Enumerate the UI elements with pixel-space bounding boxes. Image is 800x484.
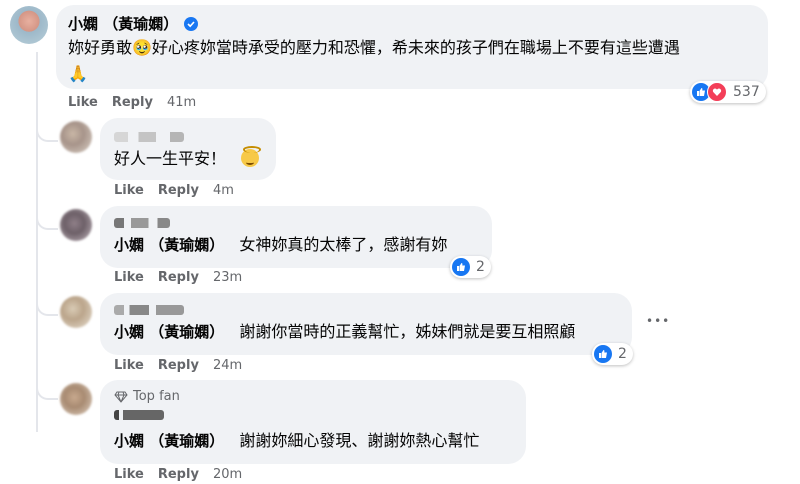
- reply-button[interactable]: Reply: [158, 270, 199, 285]
- comment-bubble: 好人一生平安！: [100, 118, 276, 180]
- reply-button[interactable]: Reply: [112, 95, 153, 110]
- reply-button[interactable]: Reply: [158, 183, 199, 198]
- timestamp[interactable]: 4m: [213, 183, 234, 198]
- comment-text: 謝謝妳細心發現、謝謝妳熱心幫忙: [239, 431, 480, 450]
- reply-button[interactable]: Reply: [158, 467, 199, 482]
- comment-bubble: 小嫻 （黃瑜嫻） 謝謝你當時的正義幫忙，姊妹們就是要互相照顧: [100, 293, 632, 355]
- thread-branch: [36, 206, 58, 230]
- avatar[interactable]: [60, 296, 92, 328]
- like-button[interactable]: Like: [114, 358, 144, 373]
- avatar[interactable]: [60, 121, 92, 153]
- more-options-button[interactable]: •••: [646, 314, 670, 328]
- comment-author[interactable]: 小嫻 （黃瑜嫻）: [68, 13, 178, 34]
- like-button[interactable]: Like: [114, 270, 144, 285]
- thread-line: [36, 52, 38, 432]
- thread-branch: [36, 376, 58, 400]
- avatar[interactable]: [10, 6, 48, 44]
- diamond-icon: [114, 391, 128, 403]
- like-button[interactable]: Like: [114, 467, 144, 482]
- timestamp[interactable]: 41m: [167, 95, 196, 110]
- comment-bubble: Top fan 小嫻 （黃瑜嫻） 謝謝妳細心發現、謝謝妳熱心幫忙: [100, 380, 526, 464]
- blurred-author-name: [114, 132, 184, 142]
- comment-text: 妳好勇敢🥹好心疼妳當時承受的壓力和恐懼，希未來的孩子們在職場上不要有這些遭遇: [68, 38, 680, 57]
- verified-icon: [184, 16, 199, 31]
- timestamp[interactable]: 20m: [213, 467, 242, 482]
- blurred-author-name: [114, 305, 184, 315]
- comment-actions: Like Reply 41m: [68, 95, 210, 110]
- comment-text: 女神妳真的太棒了，感謝有妳: [239, 235, 448, 254]
- comment-text: 謝謝你當時的正義幫忙，姊妹們就是要互相照顧: [239, 322, 576, 341]
- comment-actions: Like Reply 20m: [114, 467, 256, 482]
- avatar[interactable]: [60, 383, 92, 415]
- comment-actions: Like Reply 24m: [114, 358, 256, 373]
- thread-branch: [36, 292, 58, 316]
- like-button[interactable]: Like: [68, 95, 98, 110]
- like-reaction-icon: [594, 345, 612, 363]
- comment-text-emoji: 🙏: [68, 64, 88, 83]
- reaction-summary[interactable]: 2: [450, 256, 491, 278]
- mention-tag[interactable]: 小嫻 （黃瑜嫻）: [114, 432, 224, 450]
- blurred-author-name: [114, 410, 164, 420]
- reaction-summary[interactable]: 2: [592, 343, 633, 365]
- reaction-count: 537: [733, 84, 760, 100]
- love-reaction-icon: [707, 82, 727, 102]
- like-button[interactable]: Like: [114, 183, 144, 198]
- comment-actions: Like Reply 4m: [114, 183, 248, 198]
- like-reaction-icon: [452, 258, 470, 276]
- avatar[interactable]: [60, 209, 92, 241]
- mention-tag[interactable]: 小嫻 （黃瑜嫻）: [114, 323, 224, 341]
- reaction-count: 2: [618, 346, 627, 362]
- face-holding-back-tears-icon: [241, 146, 262, 167]
- reaction-count: 2: [476, 259, 485, 275]
- reaction-summary[interactable]: 537: [690, 81, 766, 103]
- comment-bubble: 小嫻 （黃瑜嫻） 妳好勇敢🥹好心疼妳當時承受的壓力和恐懼，希未來的孩子們在職場上…: [56, 5, 768, 89]
- comment-text: 好人一生平安！: [114, 149, 227, 168]
- reply-button[interactable]: Reply: [158, 358, 199, 373]
- timestamp[interactable]: 23m: [213, 270, 242, 285]
- thread-branch: [36, 118, 58, 142]
- timestamp[interactable]: 24m: [213, 358, 242, 373]
- blurred-author-name: [114, 218, 170, 228]
- comment-actions: Like Reply 23m: [114, 270, 256, 285]
- top-fan-badge: Top fan: [133, 389, 180, 404]
- mention-tag[interactable]: 小嫻 （黃瑜嫻）: [114, 236, 224, 254]
- comment-bubble: 小嫻 （黃瑜嫻） 女神妳真的太棒了，感謝有妳: [100, 206, 492, 268]
